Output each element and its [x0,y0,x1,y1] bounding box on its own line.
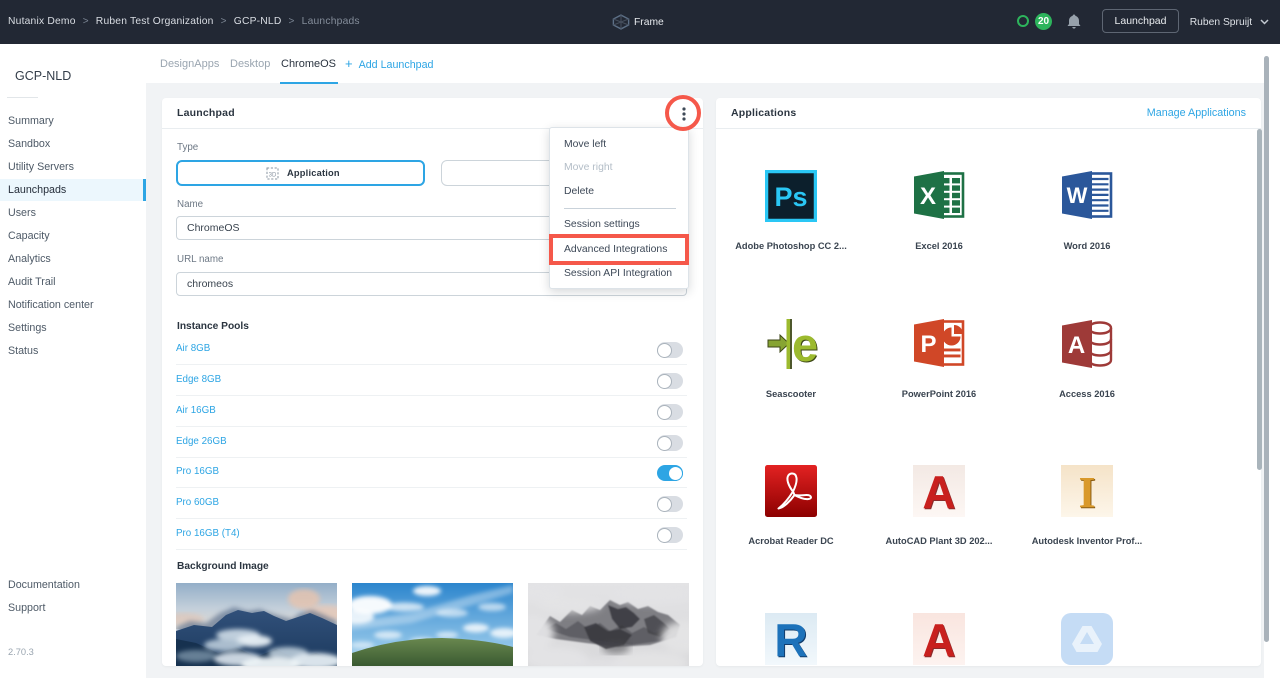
svg-text:A: A [922,614,955,665]
svg-text:3D: 3D [269,173,277,179]
svg-text:X: X [920,183,936,210]
svg-text:Ps: Ps [774,182,807,212]
svg-text:e: e [792,318,818,370]
svg-text:R: R [774,614,807,665]
svg-text:P: P [920,331,936,358]
svg-text:W: W [1067,183,1088,208]
svg-text:A: A [922,466,955,517]
svg-text:I: I [1078,468,1095,517]
svg-text:A: A [1068,332,1085,359]
